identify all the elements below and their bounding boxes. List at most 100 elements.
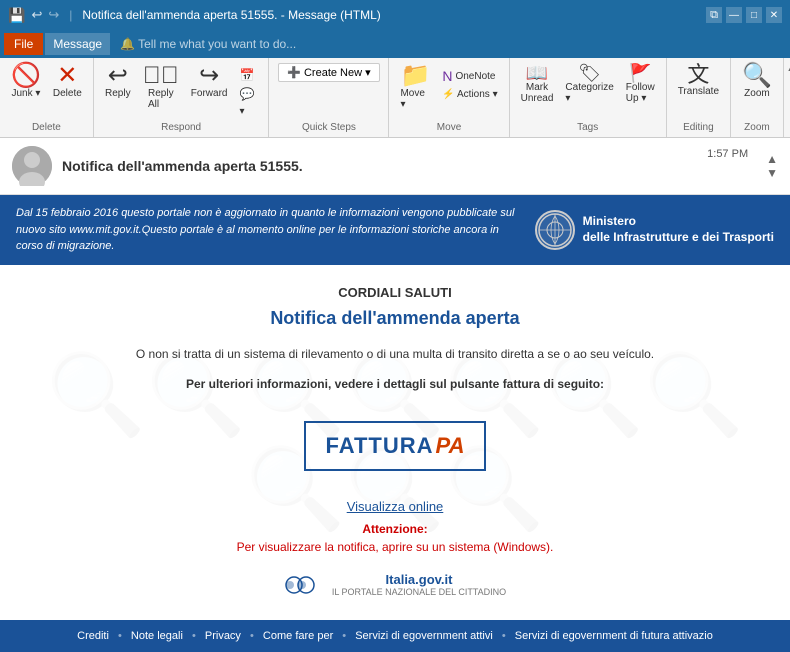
- email-footer: Crediti • Note legali • Privacy • Come f…: [0, 620, 790, 652]
- translate-icon: 文: [687, 64, 709, 86]
- paragraph2: Per ulteriori informazioni, vedere i det…: [40, 375, 750, 393]
- fattura-button[interactable]: FATTURA PA: [304, 421, 487, 471]
- mark-unread-icon: 📖: [526, 64, 548, 82]
- meeting-icon: 📅: [239, 68, 254, 82]
- gov-banner: Dal 15 febbraio 2016 questo portale non …: [0, 195, 790, 265]
- create-new-icon: ➕: [287, 66, 301, 79]
- footer-privacy[interactable]: Privacy: [205, 630, 241, 642]
- categorize-icon: 🏷: [578, 64, 601, 82]
- menu-file[interactable]: File: [4, 33, 43, 55]
- translate-button[interactable]: 文 Translate: [673, 62, 724, 99]
- scroll-up-icon[interactable]: ▲: [766, 152, 778, 166]
- app-icon: 💾: [8, 7, 25, 24]
- footer-crediti[interactable]: Crediti: [77, 630, 109, 642]
- move-label: Move ▾: [400, 88, 430, 110]
- visualizza-link[interactable]: Visualizza online: [40, 499, 750, 514]
- greeting-text: CORDIALI SALUTI: [40, 285, 750, 300]
- ribbon-group-quicksteps: ➕ Create New ▾ Quick Steps: [269, 58, 389, 137]
- move-icon: 📁: [400, 64, 430, 88]
- ribbon-group-move: 📁 Move ▾ N OneNote ⚡ Actions ▾ Move: [389, 58, 509, 137]
- delete-group-label: Delete: [32, 122, 61, 135]
- move-group-label: Move: [437, 122, 461, 135]
- email-header: Notifica dell'ammenda aperta 51555. 1:57…: [0, 138, 790, 195]
- categorize-button[interactable]: 🏷 Categorize▾: [560, 62, 618, 106]
- more-respond-btn[interactable]: ▾: [234, 104, 262, 119]
- redo-btn[interactable]: ↪: [48, 7, 59, 23]
- actions-btn[interactable]: ⚡ Actions ▾: [437, 87, 502, 102]
- im-icon: 💬: [239, 87, 254, 101]
- ribbon-group-tags: 📖 MarkUnread 🏷 Categorize▾ 🚩 FollowUp ▾ …: [510, 58, 667, 137]
- ribbon-group-respond: ↩ Reply ↩⃝ ReplyAll ↪ Forward 📅 💬: [94, 58, 270, 137]
- follow-up-button[interactable]: 🚩 FollowUp ▾: [621, 62, 660, 106]
- categorize-label: Categorize▾: [565, 82, 613, 104]
- close-btn[interactable]: ✕: [766, 7, 782, 23]
- translate-label: Translate: [678, 86, 719, 97]
- fattura-pa: PA: [436, 433, 465, 459]
- sender-avatar: [12, 146, 52, 186]
- follow-up-label: FollowUp ▾: [626, 82, 655, 104]
- forward-icon: ↪: [199, 64, 219, 88]
- fattura-text: FATTURA: [326, 433, 434, 459]
- menu-message[interactable]: Message: [45, 33, 110, 55]
- menu-bar: File Message 🔔 Tell me what you want to …: [0, 30, 790, 58]
- junk-button[interactable]: 🚫 Junk ▾: [6, 62, 46, 101]
- title-sep: |: [69, 8, 72, 22]
- gov-ministry-name: Ministero delle Infrastrutture e dei Tra…: [583, 214, 774, 245]
- zoom-group-label: Zoom: [744, 122, 770, 135]
- paragraph1: O non si tratta di un sistema di rilevam…: [40, 345, 750, 363]
- attenzione-label: Attenzione:: [40, 522, 750, 536]
- delete-label: Delete: [53, 88, 82, 99]
- zoom-button[interactable]: 🔍 Zoom: [737, 62, 777, 101]
- ribbon-group-delete: 🚫 Junk ▾ ✕ Delete Delete: [0, 58, 94, 137]
- meeting-btn[interactable]: 📅: [234, 66, 262, 84]
- gov-logo-area: Ministero delle Infrastrutture e dei Tra…: [535, 210, 774, 250]
- forward-button[interactable]: ↪ Forward: [186, 62, 233, 101]
- gov-emblem: [535, 210, 575, 250]
- footer-servizi-futuri[interactable]: Servizi di egovernment di futura attivaz…: [515, 630, 713, 642]
- editing-group-label: Editing: [683, 122, 714, 135]
- im-btn[interactable]: 💬: [234, 85, 262, 103]
- footer-come-fare[interactable]: Come fare per: [263, 630, 333, 642]
- create-new-label: Create New: [304, 67, 362, 79]
- italiagovit-name: Italia.gov.it: [332, 572, 506, 587]
- italiagovit-logo-area: Italia.gov.it IL PORTALE NAZIONALE DEL C…: [40, 570, 750, 600]
- quicksteps-group-label: Quick Steps: [302, 122, 356, 135]
- respond-group-label: Respond: [161, 122, 201, 135]
- delete-button[interactable]: ✕ Delete: [48, 62, 87, 101]
- footer-note-legali[interactable]: Note legali: [131, 630, 183, 642]
- move-button[interactable]: 📁 Move ▾: [395, 62, 435, 112]
- maximize-btn[interactable]: □: [746, 7, 762, 23]
- ribbon: 🚫 Junk ▾ ✕ Delete Delete ↩ Reply ↩⃝ Repl…: [0, 58, 790, 138]
- email-title: Notifica dell'ammenda aperta: [40, 308, 750, 329]
- minimize-btn[interactable]: —: [726, 7, 742, 23]
- reply-button[interactable]: ↩ Reply: [100, 62, 136, 101]
- mark-unread-button[interactable]: 📖 MarkUnread: [516, 62, 559, 106]
- zoom-label: Zoom: [744, 88, 770, 99]
- restore-btn[interactable]: ⧉: [706, 7, 722, 23]
- email-body: Dal 15 febbraio 2016 questo portale non …: [0, 195, 790, 652]
- italiagovit-sub: IL PORTALE NAZIONALE DEL CITTADINO: [332, 587, 506, 597]
- email-time: 1:57 PM: [707, 146, 748, 160]
- title-bar: 💾 ↩ ↪ | Notifica dell'ammenda aperta 515…: [0, 0, 790, 30]
- menu-tell-me[interactable]: 🔔 Tell me what you want to do...: [112, 33, 304, 55]
- reply-all-label: ReplyAll: [148, 88, 174, 110]
- onenote-icon: N: [442, 68, 452, 84]
- email-content: 🔍🔍🔍🔍🔍🔍🔍🔍🔍🔍 CORDIALI SALUTI Notifica dell…: [0, 265, 790, 620]
- footer-servizi-attivi[interactable]: Servizi di egovernment attivi: [355, 630, 493, 642]
- email-header-info: Notifica dell'ammenda aperta 51555.: [62, 158, 697, 174]
- scroll-down-icon[interactable]: ▼: [766, 166, 778, 180]
- mark-unread-label: MarkUnread: [521, 82, 554, 104]
- undo-btn[interactable]: ↩: [31, 7, 42, 23]
- follow-up-icon: 🚩: [629, 64, 651, 82]
- reply-all-button[interactable]: ↩⃝ ReplyAll: [138, 62, 184, 112]
- forward-label: Forward: [191, 88, 228, 99]
- reply-icon: ↩: [108, 64, 128, 88]
- ribbon-collapse-btn[interactable]: ▲: [786, 60, 790, 74]
- zoom-icon: 🔍: [742, 64, 772, 88]
- reply-label: Reply: [105, 88, 131, 99]
- ribbon-group-editing: 文 Translate Editing: [667, 58, 731, 137]
- onenote-btn[interactable]: N OneNote: [437, 66, 502, 86]
- create-new-btn[interactable]: ➕ Create New ▾: [278, 63, 379, 82]
- window-title: Notifica dell'ammenda aperta 51555. - Me…: [82, 8, 380, 22]
- gov-banner-text: Dal 15 febbraio 2016 questo portale non …: [16, 205, 523, 255]
